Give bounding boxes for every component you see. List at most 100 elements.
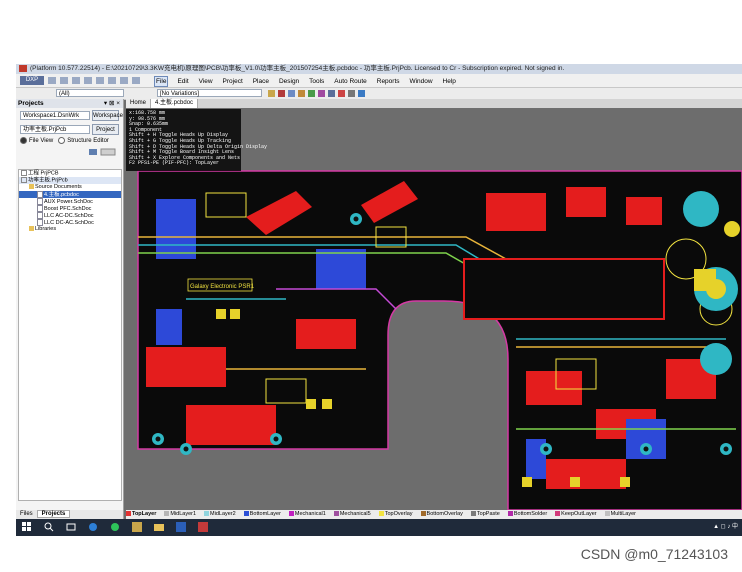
tree-item-label: Libraries <box>35 226 57 232</box>
layer-color-swatch <box>333 511 339 517</box>
altium-icon[interactable] <box>132 522 142 532</box>
layer-tab[interactable]: BottomSolder <box>507 510 551 519</box>
pdf-viewer-icon[interactable] <box>198 522 208 532</box>
tree-item[interactable]: Source Documents <box>19 184 121 191</box>
projects-panel-header: Projects ▾ ⊠ × <box>16 99 123 108</box>
layer-color-swatch <box>164 511 170 517</box>
layer-tab-label: Mechanical5 <box>339 511 371 517</box>
redo-icon[interactable] <box>108 77 116 84</box>
project-select[interactable]: 功率主板.PrjPcb <box>20 125 90 134</box>
project-button[interactable]: Project <box>92 124 119 135</box>
layer-tab-label: BottomOverlay <box>426 511 463 517</box>
menu-auto-route[interactable]: Auto Route <box>333 77 368 86</box>
layer-tabs: TopLayer MidLayer1 MidLayer2 BottomLayer Mec… <box>126 510 742 519</box>
layer-color-swatch <box>420 511 426 517</box>
tree-item[interactable]: 4.主板.pcbdoc <box>19 191 121 198</box>
menu-file[interactable]: File <box>154 76 169 87</box>
folder-icon <box>29 226 34 232</box>
save-icon[interactable] <box>60 77 68 84</box>
tab-home[interactable]: Home <box>126 99 152 108</box>
menu-tools[interactable]: Tools <box>308 77 325 86</box>
panel-pin-icon[interactable]: ▾ ⊠ × <box>104 99 120 108</box>
tree-item[interactable]: 功率主板.PrjPcb <box>19 177 121 184</box>
watermark: CSDN @m0_71243103 <box>580 546 728 562</box>
layer-tab-label: BottomLayer <box>249 511 281 517</box>
view-mode-radios: File View Structure Editor <box>16 136 123 146</box>
tab-projects[interactable]: Projects <box>36 510 71 518</box>
structure-editor-radio[interactable]: Structure Editor <box>58 136 109 144</box>
windows-start-icon[interactable] <box>22 522 32 532</box>
system-tray[interactable]: ▲ ◻ ♪ 中 <box>713 523 738 532</box>
menu-help[interactable]: Help <box>442 77 457 86</box>
filter-combo[interactable]: (All) <box>56 89 124 97</box>
dxp-button[interactable]: DXP <box>20 76 44 85</box>
open-icon[interactable] <box>48 77 56 84</box>
wechat-icon[interactable] <box>110 522 120 532</box>
menu-place[interactable]: Place <box>252 77 270 86</box>
menu-window[interactable]: Window <box>408 77 433 86</box>
pcb-toolbar-icons[interactable] <box>268 89 378 98</box>
projects-panel-title: Projects <box>18 100 44 107</box>
radio-off-icon <box>58 136 66 144</box>
layer-color-swatch <box>204 511 210 517</box>
layer-color-swatch <box>378 511 384 517</box>
compile-icon[interactable] <box>120 77 128 84</box>
layer-tab[interactable]: MidLayer2 <box>204 510 240 519</box>
edge-icon[interactable] <box>88 522 98 532</box>
layer-tab[interactable]: Mechanical5 <box>333 510 375 519</box>
document-icon <box>37 198 43 205</box>
word-icon[interactable] <box>176 522 186 532</box>
layer-tab[interactable]: TopLayer <box>126 510 160 519</box>
tab-files[interactable]: Files <box>16 511 37 517</box>
window-title: (Platform 10.577.22514) - E:\20210729\3.… <box>30 65 565 72</box>
window-titlebar: (Platform 10.577.22514) - E:\20210729\3.… <box>16 64 742 74</box>
layer-tab-label: TopPaste <box>476 511 500 517</box>
file-view-radio[interactable]: File View <box>20 136 53 144</box>
layer-tab[interactable]: TopPaste <box>470 510 504 519</box>
tree-item[interactable]: LLC DC-AC.SchDoc <box>19 219 121 226</box>
menu-design[interactable]: Design <box>278 77 300 86</box>
radio-on-icon <box>20 136 27 144</box>
variations-combo[interactable]: [No Variations] <box>157 89 262 97</box>
workspace-select[interactable]: Workspace1.DsnWrk <box>20 111 90 120</box>
layer-tab[interactable]: BottomOverlay <box>420 510 467 519</box>
layer-tab[interactable]: BottomLayer <box>243 510 285 519</box>
heads-up-display: x:168.758 mm y: 98.576 mm Snap: 0.635mm … <box>126 109 267 171</box>
document-icon <box>37 191 43 198</box>
tree-item[interactable]: AUX Power.SchDoc <box>19 198 121 205</box>
workspace-button[interactable]: Workspace <box>92 110 123 121</box>
layer-tab-label: MidLayer2 <box>210 511 236 517</box>
undo-icon[interactable] <box>96 77 104 84</box>
menu-view[interactable]: View <box>198 77 214 86</box>
task-view-icon[interactable] <box>66 522 76 532</box>
zoom-icon[interactable] <box>84 77 92 84</box>
layer-tab[interactable]: MidLayer1 <box>164 510 200 519</box>
layer-tab[interactable]: MultiLayer <box>604 510 640 519</box>
layer-tab[interactable]: KeepOutLayer <box>555 510 600 519</box>
tree-item[interactable]: Libraries <box>19 226 121 233</box>
document-tabs: Home 4.主板.pcbdoc <box>126 99 742 108</box>
tab-pcbdoc[interactable]: 4.主板.pcbdoc <box>151 99 199 108</box>
project-tree: 工程 PrjPCB 功率主板.PrjPcb Source Documents 4.主板… <box>18 169 122 501</box>
project-row: 功率主板.PrjPcb Project <box>16 124 123 136</box>
tree-item[interactable]: 工程 PrjPCB <box>19 170 121 177</box>
panel-mini-tools[interactable] <box>88 148 118 158</box>
tree-item[interactable]: LLC AC-DC.SchDoc <box>19 212 121 219</box>
menu-project[interactable]: Project <box>222 77 244 86</box>
back-icon[interactable] <box>132 77 140 84</box>
tree-item-label: 工程 PrjPCB <box>28 170 59 177</box>
search-icon[interactable] <box>44 522 54 532</box>
explorer-icon[interactable] <box>154 522 164 532</box>
layer-tab[interactable]: TopOverlay <box>378 510 417 519</box>
menu-reports[interactable]: Reports <box>376 77 401 86</box>
expand-icon <box>21 170 27 176</box>
print-icon[interactable] <box>72 77 80 84</box>
layer-tab[interactable]: Mechanical1 <box>288 510 330 519</box>
tree-item[interactable]: Boost PFC.SchDoc <box>19 205 121 212</box>
projects-panel: Projects ▾ ⊠ × Workspace1.DsnWrk Workspa… <box>16 99 124 519</box>
menu-edit[interactable]: Edit <box>176 77 189 86</box>
tree-item-label: 功率主板.PrjPcb <box>28 177 68 184</box>
layer-tab-label: BottomSolder <box>513 511 548 517</box>
hud-hint: F2 PFS1-PE (PIF-PFC): TopLayer <box>129 160 220 167</box>
app-icon <box>19 64 27 72</box>
